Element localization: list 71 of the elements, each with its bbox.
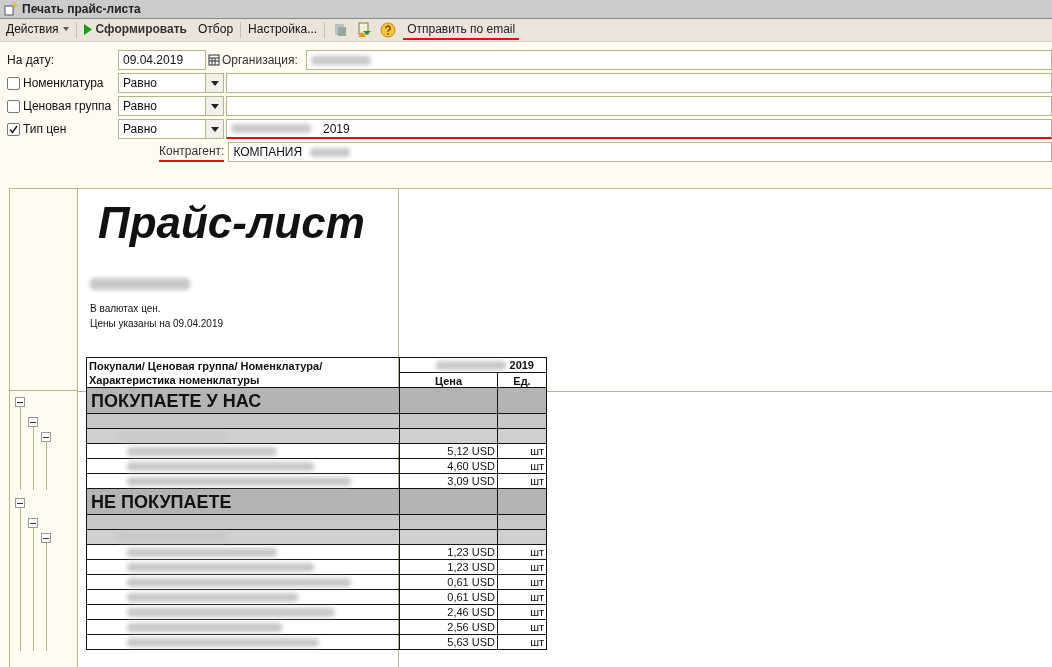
unit-cell-text: шт [529,575,545,589]
dropdown-caret-icon [210,126,219,132]
price-cell: 5,63 USD [400,635,498,649]
play-icon [83,23,92,35]
collapse-icon[interactable] [28,417,38,427]
price-cell: 2,46 USD [400,605,498,619]
report-note: В валютах цен. [89,302,162,316]
date-field[interactable]: 09.04.2019 [118,50,206,70]
contractor-label: Контрагент: [159,142,225,162]
group-title: ПОКУПАЕТЕ У НАС [87,388,400,413]
caret-icon [62,27,69,31]
price-type-header: 2019 [509,357,534,373]
actions-menu[interactable]: Действия [2,20,73,40]
contractor-field[interactable]: КОМПАНИЯ [228,142,1052,162]
price-cell: 0,61 USD [400,590,498,604]
toolbar-button[interactable]: Настройка... [244,20,322,40]
unit-cell-text: шт [529,590,545,604]
generate-button[interactable]: Сформировать [79,20,191,40]
calendar-icon[interactable] [208,54,220,66]
filter-value-field[interactable] [226,73,1052,93]
dropdown-caret-icon [210,103,219,109]
blurred-text [310,147,351,157]
collapse-icon[interactable] [28,518,38,528]
organization-label: Организация: [222,52,299,69]
window-icon [4,2,18,16]
window-title: Печать прайс-листа [22,1,141,18]
unit-cell-text: шт [529,444,545,458]
send-email-link[interactable]: Отправить по email [403,20,520,40]
condition-select[interactable]: Равно [118,119,224,139]
checkmark-icon [9,124,18,134]
report-title: Прайс-лист [97,197,366,249]
price-cell: 2,56 USD [400,620,498,634]
column-header: Ед. [512,374,532,389]
price-cell: 1,23 USD [400,560,498,574]
blurred-text [435,360,506,370]
collapse-icon[interactable] [41,432,51,442]
price-cell: 3,09 USD [400,474,498,488]
date-label: На дату: [7,52,56,69]
help-icon[interactable] [380,22,397,38]
dropdown-caret-icon [210,80,219,86]
unit-cell-text: шт [529,459,545,473]
group-title: НЕ ПОКУПАЕТЕ [87,489,400,514]
column-header: Покупали/ Ценовая группа/ Номенклатура/ Характеристика номенклатуры [87,358,400,387]
unit-cell-text: шт [529,605,545,619]
filter-checkbox[interactable] [7,99,20,113]
filter-value-field[interactable]: 2019 [226,119,1052,139]
filter-label: Тип цен [23,121,67,138]
unit-cell-text: шт [529,474,545,488]
filter-checkbox[interactable] [7,122,20,136]
condition-select[interactable]: Равно [118,96,224,116]
export-icon[interactable] [356,22,373,38]
collapse-icon[interactable] [15,397,25,407]
condition-select[interactable]: Равно [118,73,224,93]
organization-field[interactable] [306,50,1052,70]
report-note: Цены указаны на 09.04.2019 [89,317,225,331]
unit-cell-text: шт [529,545,545,559]
price-cell: 1,23 USD [400,545,498,559]
filter-label: Номенклатура [23,75,104,92]
unit-cell-text: шт [529,560,545,574]
collapse-icon[interactable] [15,498,25,508]
collapse-icon[interactable] [41,533,51,543]
filter-value-field[interactable] [226,96,1052,116]
filter-checkbox[interactable] [7,76,20,90]
unit-cell-text: шт [529,620,545,634]
toolbar-button[interactable]: Отбор [194,20,238,40]
price-cell: 4,60 USD [400,459,498,473]
price-cell: 0,61 USD [400,575,498,589]
unit-cell-text: шт [529,635,545,649]
price-cell: 5,12 USD [400,444,498,458]
blurred-text [311,55,371,65]
filter-label: Ценовая группа [23,98,112,115]
